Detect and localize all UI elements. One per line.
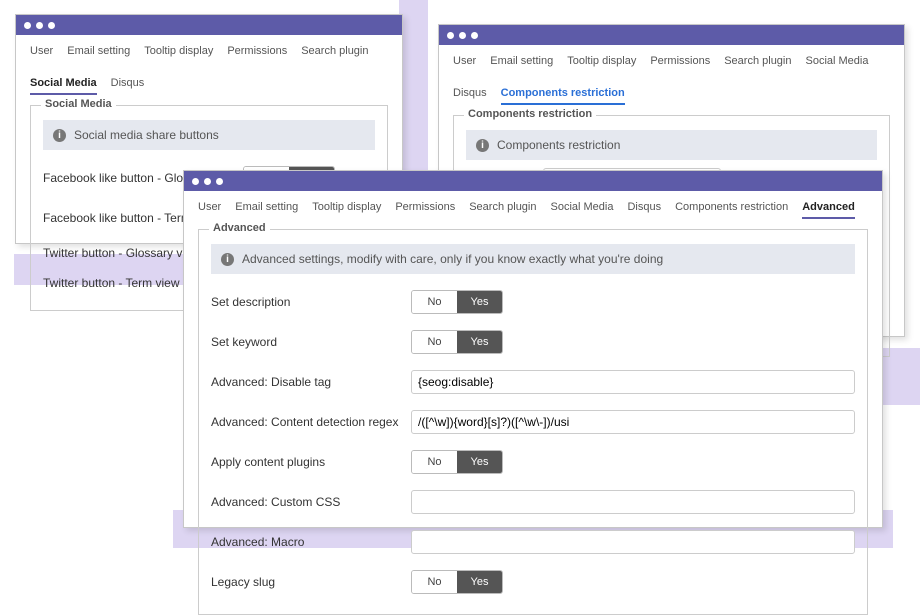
titlebar — [184, 171, 882, 191]
tab-search[interactable]: Search plugin — [724, 55, 791, 73]
setting-row: Set description No Yes — [211, 282, 855, 322]
banner-text: Social media share buttons — [74, 128, 219, 142]
legend-components: Components restriction — [464, 108, 596, 120]
legend-advanced: Advanced — [209, 222, 270, 234]
tab-social-media[interactable]: Social Media — [551, 201, 614, 219]
tab-permissions[interactable]: Permissions — [227, 45, 287, 63]
window-dot — [216, 178, 223, 185]
banner-text: Components restriction — [497, 138, 620, 152]
tabs-bar: User Email setting Tooltip display Permi… — [439, 45, 904, 111]
setting-row: Legacy slug No Yes — [211, 562, 855, 602]
titlebar — [439, 25, 904, 45]
label-set-description: Set description — [211, 295, 411, 309]
input-custom-css[interactable] — [411, 490, 855, 514]
label-apply-plugins: Apply content plugins — [211, 455, 411, 469]
tab-user[interactable]: User — [198, 201, 221, 219]
info-icon: i — [221, 253, 234, 266]
tab-email[interactable]: Email setting — [490, 55, 553, 73]
tabs-bar: User Email setting Tooltip display Permi… — [16, 35, 402, 101]
tab-permissions[interactable]: Permissions — [650, 55, 710, 73]
toggle-legacy-slug[interactable]: No Yes — [411, 570, 503, 594]
tab-user[interactable]: User — [30, 45, 53, 63]
tab-disqus[interactable]: Disqus — [453, 87, 487, 105]
tab-disqus[interactable]: Disqus — [627, 201, 661, 219]
toggle-yes[interactable]: Yes — [457, 571, 502, 593]
tab-email[interactable]: Email setting — [235, 201, 298, 219]
tab-search[interactable]: Search plugin — [469, 201, 536, 219]
setting-row: Advanced: Macro — [211, 522, 855, 562]
label-set-keyword: Set keyword — [211, 335, 411, 349]
tab-social-media[interactable]: Social Media — [806, 55, 869, 73]
window-advanced: User Email setting Tooltip display Permi… — [183, 170, 883, 528]
label-disable-tag: Advanced: Disable tag — [211, 375, 411, 389]
legend-social: Social Media — [41, 98, 116, 110]
label-regex: Advanced: Content detection regex — [211, 415, 411, 429]
window-dot — [204, 178, 211, 185]
setting-row: Apply content plugins No Yes — [211, 442, 855, 482]
toggle-set-keyword[interactable]: No Yes — [411, 330, 503, 354]
window-dot — [48, 22, 55, 29]
tab-email[interactable]: Email setting — [67, 45, 130, 63]
titlebar — [16, 15, 402, 35]
tab-components-restriction[interactable]: Components restriction — [675, 201, 788, 219]
banner-components: i Components restriction — [466, 130, 877, 160]
toggle-yes[interactable]: Yes — [457, 451, 502, 473]
toggle-yes[interactable]: Yes — [457, 291, 502, 313]
window-dot — [471, 32, 478, 39]
setting-row: Advanced: Disable tag — [211, 362, 855, 402]
tab-components-restriction[interactable]: Components restriction — [501, 87, 625, 105]
tab-search[interactable]: Search plugin — [301, 45, 368, 63]
tab-tooltip[interactable]: Tooltip display — [144, 45, 213, 63]
setting-row: Set keyword No Yes — [211, 322, 855, 362]
info-icon: i — [53, 129, 66, 142]
toggle-set-description[interactable]: No Yes — [411, 290, 503, 314]
input-macro[interactable] — [411, 530, 855, 554]
toggle-yes[interactable]: Yes — [457, 331, 502, 353]
label-macro: Advanced: Macro — [211, 535, 411, 549]
tab-tooltip[interactable]: Tooltip display — [567, 55, 636, 73]
window-dot — [192, 178, 199, 185]
window-dot — [36, 22, 43, 29]
tab-disqus[interactable]: Disqus — [111, 77, 145, 95]
banner-text: Advanced settings, modify with care, onl… — [242, 252, 663, 266]
input-regex[interactable] — [411, 410, 855, 434]
window-dot — [24, 22, 31, 29]
tab-advanced[interactable]: Advanced — [802, 201, 855, 219]
toggle-no[interactable]: No — [412, 451, 457, 473]
info-icon: i — [476, 139, 489, 152]
tab-tooltip[interactable]: Tooltip display — [312, 201, 381, 219]
toggle-no[interactable]: No — [412, 331, 457, 353]
toggle-no[interactable]: No — [412, 291, 457, 313]
toggle-apply-plugins[interactable]: No Yes — [411, 450, 503, 474]
banner-social: i Social media share buttons — [43, 120, 375, 150]
tabs-bar: User Email setting Tooltip display Permi… — [184, 191, 882, 225]
toggle-no[interactable]: No — [412, 571, 457, 593]
label-legacy-slug: Legacy slug — [211, 575, 411, 589]
label-custom-css: Advanced: Custom CSS — [211, 495, 411, 509]
window-dot — [447, 32, 454, 39]
tab-social-media[interactable]: Social Media — [30, 77, 97, 95]
banner-advanced: i Advanced settings, modify with care, o… — [211, 244, 855, 274]
setting-row: Advanced: Custom CSS — [211, 482, 855, 522]
window-dot — [459, 32, 466, 39]
input-disable-tag[interactable] — [411, 370, 855, 394]
tab-permissions[interactable]: Permissions — [395, 201, 455, 219]
tab-user[interactable]: User — [453, 55, 476, 73]
fieldset-advanced: Advanced i Advanced settings, modify wit… — [198, 229, 868, 615]
setting-row: Advanced: Content detection regex — [211, 402, 855, 442]
